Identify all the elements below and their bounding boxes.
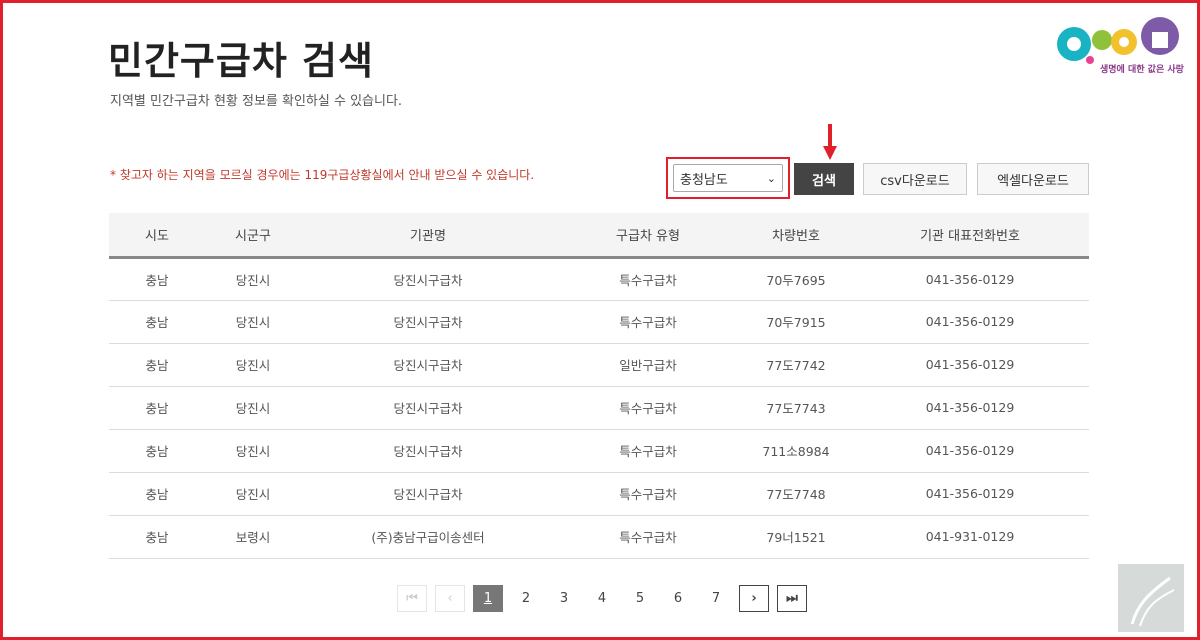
next-page-icon[interactable]: › (739, 585, 769, 612)
cell-type: 특수구급차 (619, 444, 677, 459)
cell-vehicle-number: 70두7915 (766, 315, 826, 330)
cell-agency: 당진시구급차 (393, 401, 463, 416)
cell-sido: 충남 (145, 487, 169, 502)
region-select-value: 충청남도 (680, 172, 728, 188)
table-header-row: 시도 시군구 기관명 구급차 유형 차량번호 기관 대표전화번호 (109, 213, 1089, 259)
page-link-7[interactable]: 7 (701, 585, 731, 612)
ambulance-table: 시도 시군구 기관명 구급차 유형 차량번호 기관 대표전화번호 충남 당진시 … (109, 213, 1089, 559)
cell-sido: 충남 (145, 272, 169, 288)
cell-agency: 당진시구급차 (393, 272, 463, 288)
cell-type: 특수구급차 (619, 315, 677, 330)
cell-phone: 041-356-0129 (925, 314, 1015, 329)
table-row: 충남 당진시 당진시구급차 특수구급차 711소8984 041-356-012… (109, 429, 1089, 472)
table-row: 충남 당진시 당진시구급차 특수구급차 77도7743 041-356-0129 (109, 386, 1089, 429)
cell-sido: 충남 (145, 401, 169, 416)
csv-download-button[interactable]: csv다운로드 (863, 163, 967, 195)
cell-vehicle-number: 711소8984 (762, 444, 830, 459)
cell-agency: (주)충남구급이송센터 (371, 530, 485, 545)
cell-sido: 충남 (145, 530, 169, 545)
table-row: 충남 보령시 (주)충남구급이송센터 특수구급차 79너1521 041-931… (109, 515, 1089, 558)
pagination: ⏮ ‹ 1 2 3 4 5 6 7 › ⏭ (397, 585, 807, 612)
prev-page-icon[interactable]: ‹ (435, 585, 465, 612)
cell-sigungu: 당진시 (235, 487, 271, 502)
cell-agency: 당진시구급차 (393, 315, 463, 330)
cell-sido: 충남 (145, 358, 169, 373)
col-header-vehicle-number: 차량번호 (741, 213, 851, 259)
table-row: 충남 당진시 당진시구급차 일반구급차 77도7742 041-356-0129 (109, 343, 1089, 386)
cell-vehicle-number: 77도7748 (766, 487, 826, 502)
page-link-5[interactable]: 5 (625, 585, 655, 612)
down-arrow-icon (823, 124, 837, 160)
cell-type: 특수구급차 (619, 272, 677, 288)
cell-sigungu: 보령시 (235, 530, 271, 545)
cell-type: 특수구급차 (619, 530, 677, 545)
col-header-sido: 시도 (109, 213, 205, 259)
cell-agency: 당진시구급차 (393, 444, 463, 459)
excel-download-button[interactable]: 엑셀다운로드 (977, 163, 1089, 195)
cell-phone: 041-931-0129 (925, 529, 1015, 544)
table-row: 충남 당진시 당진시구급차 특수구급차 77도7748 041-356-0129 (109, 472, 1089, 515)
cell-phone: 041-356-0129 (925, 400, 1015, 415)
page-link-4[interactable]: 4 (587, 585, 617, 612)
page-link-1[interactable]: 1 (473, 585, 503, 612)
watermark-logo (1118, 564, 1184, 632)
region-select[interactable]: 충청남도 ⌄ (673, 164, 783, 192)
cell-phone: 041-356-0129 (925, 271, 1015, 287)
page-link-2[interactable]: 2 (511, 585, 541, 612)
region-notice: * 찾고자 하는 지역을 모르실 경우에는 119구급상황실에서 안내 받으실 … (110, 168, 535, 182)
cell-sigungu: 당진시 (235, 315, 271, 330)
cell-type: 특수구급차 (619, 401, 677, 416)
cell-vehicle-number: 77도7743 (766, 401, 826, 416)
cell-sigungu: 당진시 (235, 444, 271, 459)
logo-slogan: 생명에 대한 값은 사랑 (1100, 65, 1184, 75)
cell-sigungu: 당진시 (235, 272, 271, 288)
last-page-icon[interactable]: ⏭ (777, 585, 807, 612)
chevron-down-icon: ⌄ (766, 171, 776, 185)
table-row: 충남 당진시 당진시구급차 특수구급차 70두7915 041-356-0129 (109, 300, 1089, 343)
cell-sido: 충남 (145, 444, 169, 459)
cell-sido: 충남 (145, 315, 169, 330)
first-page-icon[interactable]: ⏮ (397, 585, 427, 612)
col-header-type: 구급차 유형 (555, 213, 741, 259)
cell-phone: 041-356-0129 (925, 357, 1015, 372)
cell-vehicle-number: 79너1521 (766, 530, 826, 545)
cell-sigungu: 당진시 (235, 358, 271, 373)
cell-phone: 041-356-0129 (925, 443, 1015, 458)
page-subtitle: 지역별 민간구급차 현황 정보를 확인하실 수 있습니다. (110, 94, 403, 109)
cell-vehicle-number: 70두7695 (766, 272, 826, 288)
page-link-3[interactable]: 3 (549, 585, 579, 612)
page-title: 민간구급차 검색 (108, 39, 374, 83)
cell-phone: 041-356-0129 (925, 486, 1015, 501)
cell-vehicle-number: 77도7742 (766, 358, 826, 373)
cell-agency: 당진시구급차 (393, 358, 463, 373)
search-button[interactable]: 검색 (794, 163, 854, 195)
cell-sigungu: 당진시 (235, 401, 271, 416)
region-select-highlight: 충청남도 ⌄ (666, 157, 790, 199)
page-link-6[interactable]: 6 (663, 585, 693, 612)
col-header-phone: 기관 대표전화번호 (851, 213, 1089, 259)
col-header-sigungu: 시군구 (205, 213, 301, 259)
cell-type: 특수구급차 (619, 487, 677, 502)
cell-agency: 당진시구급차 (393, 487, 463, 502)
col-header-agency: 기관명 (301, 213, 555, 259)
cell-type: 일반구급차 (619, 358, 677, 373)
table-row: 충남 당진시 당진시구급차 특수구급차 70두7695 041-356-0129 (109, 257, 1089, 300)
